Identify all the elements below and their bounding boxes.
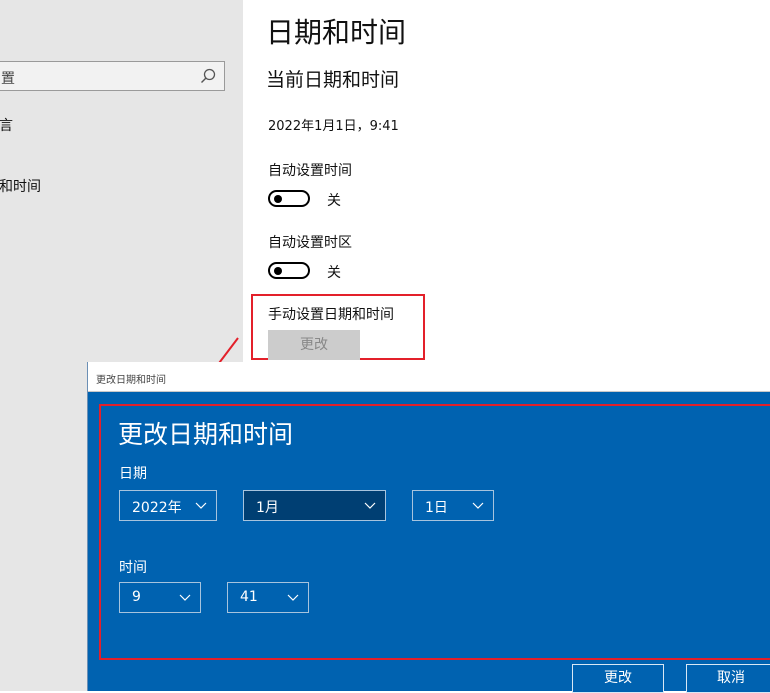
search-input-text: 置 [1,71,15,87]
minute-value: 41 [240,589,258,605]
day-select[interactable]: 1日 [412,490,494,521]
chevron-down-icon [179,594,191,601]
time-label: 时间 [119,560,147,576]
auto-zone-state: 关 [327,265,341,281]
month-select[interactable]: 1月 [243,490,386,521]
search-icon [201,68,216,83]
dialog-heading: 更改日期和时间 [118,420,294,449]
day-value: 1日 [425,500,448,516]
auto-zone-label: 自动设置时区 [268,235,352,251]
manual-datetime-label: 手动设置日期和时间 [268,307,394,323]
minute-select[interactable]: 41 [227,582,309,613]
sidebar-item-language[interactable]: 言 [0,115,13,135]
auto-time-label: 自动设置时间 [268,163,352,179]
toggle-knob [274,195,282,203]
search-input[interactable]: 置 [0,61,225,91]
hour-select[interactable]: 9 [119,582,201,613]
date-label: 日期 [119,466,147,482]
chevron-down-icon [364,502,376,509]
auto-time-toggle[interactable] [268,190,310,207]
chevron-down-icon [287,594,299,601]
dialog-cancel-button[interactable]: 取消 [686,664,770,693]
dialog-window-title: 更改日期和时间 [96,375,166,386]
year-value: 2022年 [132,500,182,516]
auto-zone-toggle[interactable] [268,262,310,279]
sidebar-item-date-time[interactable]: 和时间 [0,176,41,196]
chevron-down-icon [195,502,207,509]
hour-value: 9 [132,589,141,605]
month-value: 1月 [256,500,279,516]
auto-time-state: 关 [327,193,341,209]
section-title: 当前日期和时间 [266,69,400,91]
change-datetime-dialog: 更改日期和时间 更改日期和时间 日期 2022年 1月 1日 时间 9 41 更… [87,362,770,693]
page-title: 日期和时间 [266,16,407,49]
toggle-knob [274,267,282,275]
current-datetime: 2022年1月1日，9:41 [268,119,399,134]
year-select[interactable]: 2022年 [119,490,217,521]
chevron-down-icon [472,502,484,509]
change-button[interactable]: 更改 [268,330,360,360]
dialog-change-button[interactable]: 更改 [572,664,664,693]
dialog-titlebar: 更改日期和时间 [88,362,770,392]
